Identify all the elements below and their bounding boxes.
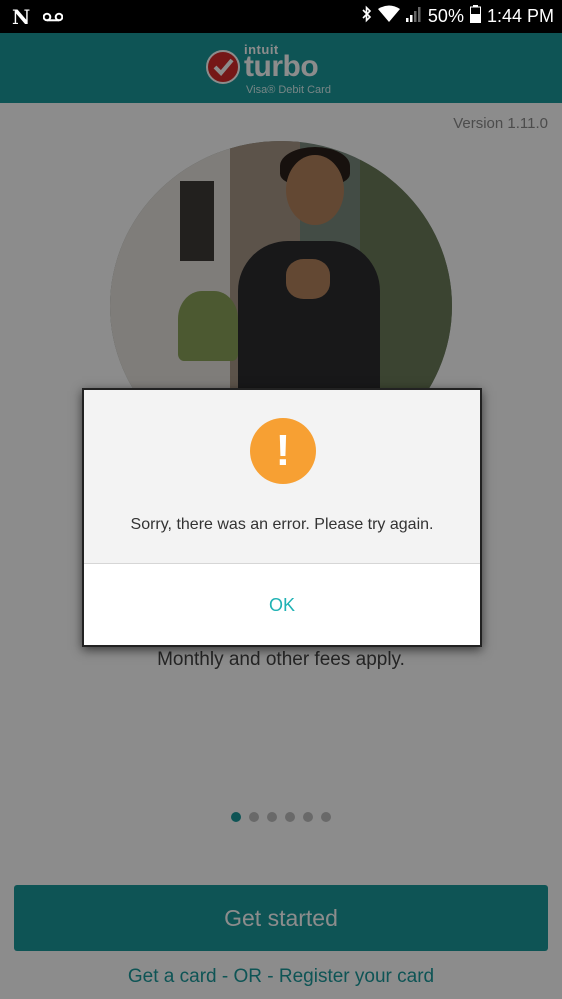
- wifi-icon: [377, 5, 400, 28]
- status-bar-left: N: [12, 4, 64, 29]
- status-bar: N 50% 1:44 PM: [0, 0, 562, 33]
- warning-icon: !: [250, 418, 316, 484]
- battery-percent: 50%: [427, 6, 464, 26]
- app-screen: intuit turbo Visa® Debit Card Version 1.…: [0, 33, 562, 999]
- netflix-icon: N: [12, 4, 30, 29]
- error-message: Sorry, there was an error. Please try ag…: [130, 516, 434, 533]
- status-bar-right: 50% 1:44 PM: [362, 5, 554, 28]
- signal-icon: [405, 6, 422, 27]
- error-dialog: ! Sorry, there was an error. Please try …: [82, 388, 482, 647]
- battery-icon: [469, 5, 481, 28]
- bluetooth-icon: [362, 5, 372, 28]
- dialog-body: ! Sorry, there was an error. Please try …: [84, 390, 480, 564]
- clock: 1:44 PM: [486, 6, 554, 26]
- ok-button[interactable]: OK: [84, 565, 480, 645]
- voicemail-icon: [42, 11, 64, 23]
